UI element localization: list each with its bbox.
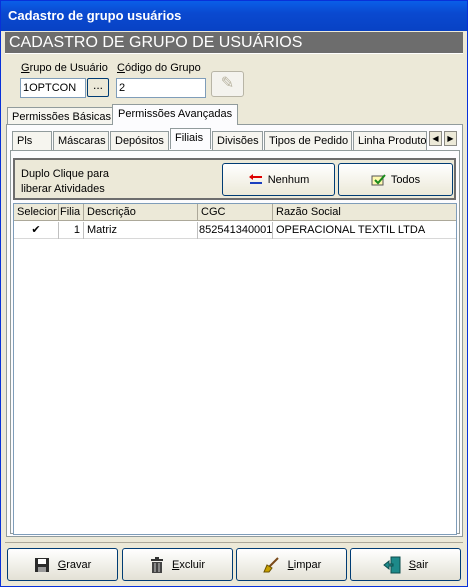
cell-filial: 1 (59, 222, 84, 239)
tab-pls[interactable]: Pls (12, 131, 52, 150)
page-banner: CADASTRO DE GRUPO DE USUÁRIOS (5, 32, 463, 54)
grupo-label: Grupo de Usuário (21, 62, 108, 74)
limpar-label: Limpar (287, 558, 322, 571)
broom-icon (262, 556, 280, 573)
todos-button[interactable]: Todos (338, 163, 453, 196)
row-checkbox[interactable]: ✔ (14, 222, 59, 239)
excluir-label: Excluir (171, 558, 205, 571)
column-header-cgc[interactable]: CGC (198, 204, 273, 221)
excluir-button[interactable]: Excluir (122, 548, 233, 581)
cell-descricao: Matriz (84, 222, 198, 239)
column-header-descricao[interactable]: Descrição (84, 204, 198, 221)
hint-line1: Duplo Clique para (21, 168, 110, 180)
window-title: Cadastro de grupo usuários (1, 1, 467, 31)
limpar-button[interactable]: Limpar (236, 548, 347, 581)
exit-door-icon (382, 556, 401, 574)
deselect-all-icon (248, 173, 264, 187)
tab-divisoes[interactable]: Divisões (212, 131, 263, 150)
cell-cgc: 852541340001 (198, 222, 273, 239)
select-all-icon (371, 173, 387, 187)
nenhum-label: Nenhum (267, 173, 310, 186)
tab-mascaras[interactable]: Máscaras (53, 131, 109, 150)
filiais-grid[interactable]: Selecior Filia Descrição CGC Razão Socia… (13, 203, 457, 535)
arrow-right-icon: ▶ (447, 134, 454, 143)
tab-tipos-de-pedido[interactable]: Tipos de Pedido (264, 131, 352, 150)
tab-linha-produto[interactable]: Linha Produto (353, 131, 427, 150)
hint-line2: liberar Atividades (21, 183, 105, 195)
column-header-selecionar[interactable]: Selecior (14, 204, 59, 221)
save-icon (34, 557, 50, 573)
browse-grupo-button[interactable]: ... (87, 78, 109, 97)
column-header-razao-social[interactable]: Razão Social (273, 204, 456, 221)
table-row[interactable]: ✔ 1 Matriz 852541340001 OPERACIONAL TEXT… (14, 222, 456, 239)
sair-label: Sair (408, 558, 429, 571)
cell-razao-social: OPERACIONAL TEXTIL LTDA (276, 224, 426, 236)
tabs-scroll-left-button[interactable]: ◀ (429, 131, 442, 146)
tab-permissoes-avancadas[interactable]: Permissões Avançadas (112, 104, 239, 125)
grupo-input[interactable]: 1OPTCON (20, 78, 86, 98)
nenhum-button[interactable]: Nenhum (222, 163, 335, 196)
gravar-label: Gravar (57, 558, 92, 571)
sair-button[interactable]: Sair (350, 548, 461, 581)
todos-label: Todos (390, 173, 421, 186)
column-header-filial[interactable]: Filia (59, 204, 84, 221)
arrow-left-icon: ◀ (432, 134, 439, 143)
search-button[interactable]: ✎ (211, 71, 244, 97)
codigo-input[interactable]: 2 (116, 78, 206, 98)
edit-document-icon: ✎ (220, 75, 235, 92)
codigo-label: Código do Grupo (117, 62, 201, 74)
bottom-toolbar: Gravar Excluir Limpar Sair (5, 542, 463, 584)
trash-icon (150, 556, 164, 573)
gravar-button[interactable]: Gravar (7, 548, 118, 581)
tabs-scroll-right-button[interactable]: ▶ (444, 131, 457, 146)
grid-header: Selecior Filia Descrição CGC Razão Socia… (14, 204, 456, 221)
main-window: Cadastro de grupo usuários CADASTRO DE G… (0, 0, 468, 587)
tab-filiais[interactable]: Filiais (170, 128, 211, 149)
selection-toolbar: Duplo Clique para liberar Atividades Nen… (13, 158, 456, 200)
tab-depositos[interactable]: Depósitos (110, 131, 169, 150)
